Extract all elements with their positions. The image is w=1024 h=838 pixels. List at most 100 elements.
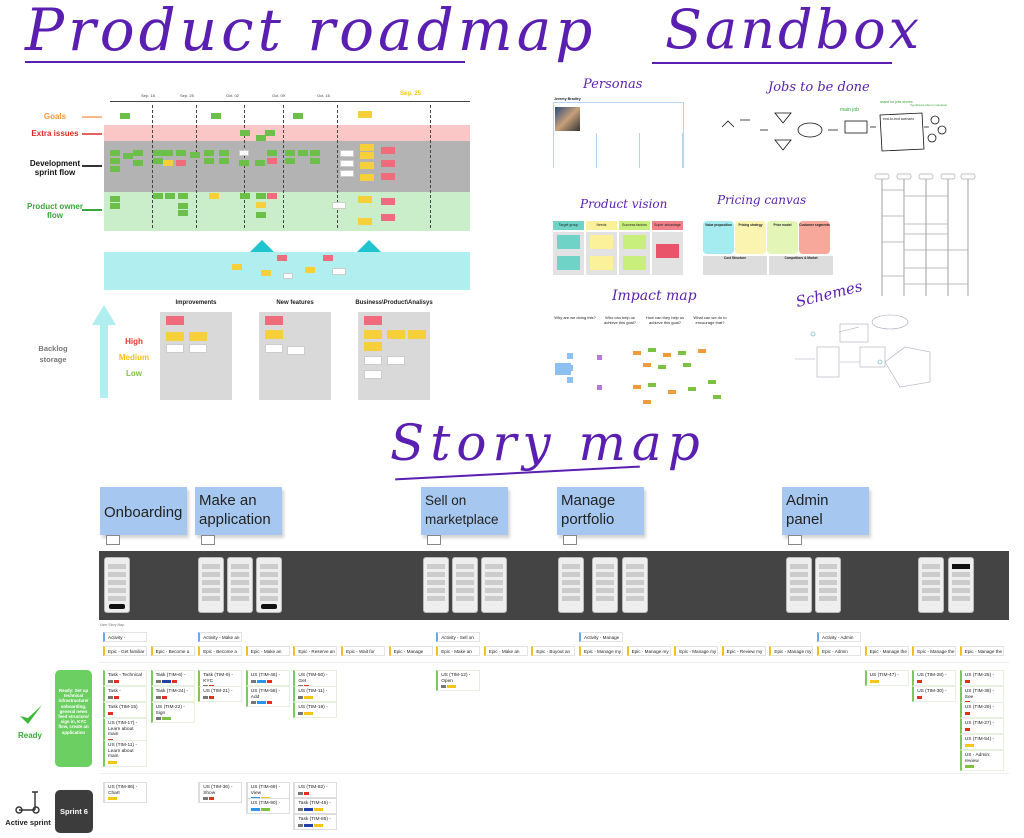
- wireframe-block: [596, 596, 614, 601]
- schemes-title: Schemes: [793, 277, 865, 311]
- story-card-tags: [108, 797, 144, 800]
- story-card[interactable]: US (TIM-28) -: [912, 670, 957, 686]
- story-card[interactable]: US (TIM-30) -: [912, 686, 957, 702]
- story-card[interactable]: Task (TIM-24) -: [150, 686, 195, 702]
- story-card[interactable]: US (TIM-58) - Add: [245, 686, 290, 707]
- story-card[interactable]: US (TIM-12) - Open: [436, 670, 481, 691]
- sticky-note: [190, 152, 200, 158]
- persona-grid: [554, 133, 683, 168]
- story-card-tags: [108, 760, 144, 764]
- activity-manage-portfolio[interactable]: Manage portfolio: [557, 487, 644, 545]
- story-card[interactable]: Task (TIM-15): [103, 702, 147, 718]
- sticky-note: [256, 193, 266, 199]
- sticky-note: [255, 160, 265, 166]
- story-card[interactable]: Task - Technical: [103, 670, 147, 686]
- story-card-title: Task - Technical: [108, 673, 143, 678]
- impact-node: [698, 349, 706, 353]
- activity-onboarding[interactable]: Onboarding: [100, 487, 187, 545]
- sticky-note: [332, 202, 346, 209]
- story-card[interactable]: US (TIM-47) -: [864, 670, 909, 686]
- story-card-tags: [298, 695, 334, 699]
- epic-card: Epic - Manage the: [864, 646, 909, 656]
- story-card-title: US (TIM-58) - Add: [250, 689, 281, 700]
- dev-flow-band: [104, 141, 470, 192]
- story-card[interactable]: Task -: [103, 686, 147, 702]
- story-card-tags: [108, 711, 144, 715]
- tag-chip: [155, 717, 161, 720]
- story-card-title: US (TIM-17) - Learn about main: [108, 721, 138, 737]
- epic-card: Epic - Make an: [483, 646, 528, 656]
- jobs-title: Jobs to be done: [768, 80, 870, 95]
- activity-card: Activity - Manage: [579, 632, 623, 642]
- backlog-column-header: Business\Product\Analisys: [355, 300, 433, 306]
- jtbd-note: end-to-end scenario: [883, 117, 915, 121]
- story-card[interactable]: Task (TIM-85) -: [293, 814, 338, 830]
- tag-chip: [250, 807, 260, 811]
- story-card[interactable]: US (TIM-90) -: [245, 798, 290, 814]
- story-card[interactable]: US (TIM-82) -: [293, 782, 338, 798]
- story-card[interactable]: US (TIM-86) - Chart: [103, 782, 147, 803]
- priority-arrow: [92, 305, 116, 325]
- story-card[interactable]: Task (TIM-45) -: [293, 798, 338, 814]
- activity-sell-marketplace[interactable]: Sell on marketplace: [421, 487, 508, 545]
- story-card-tags: [108, 695, 144, 699]
- pricing-block: Value proposition: [703, 221, 734, 254]
- story-card[interactable]: US (TIM-22) - Sign: [150, 702, 195, 723]
- activity-make-application[interactable]: Make an application: [195, 487, 282, 545]
- story-card[interactable]: US (TIM-11) -: [293, 686, 338, 702]
- story-card[interactable]: US (TIM-27) -: [959, 718, 1004, 734]
- pricing-block: Cost Structure: [703, 256, 767, 275]
- sticky-note: [381, 147, 395, 154]
- tag-chip: [161, 717, 171, 720]
- wireframe-block: [922, 572, 940, 577]
- tag-chip: [250, 701, 256, 704]
- wireframe-block: [231, 572, 249, 577]
- story-card[interactable]: US (TIM-19) -: [293, 702, 338, 718]
- wireframe-block: [427, 580, 445, 585]
- wireframe-block: [231, 588, 249, 593]
- tag-chip: [108, 679, 113, 683]
- story-card[interactable]: US (TIM-46) -: [245, 670, 290, 686]
- activity-label: Onboarding: [104, 504, 183, 521]
- date-label: Oct. 09: [272, 93, 285, 98]
- wireframe-block: [596, 580, 614, 585]
- story-card[interactable]: Task (TIM-6) -: [150, 670, 195, 686]
- backlog-sticky: [287, 346, 305, 355]
- sticky-note: [358, 111, 372, 118]
- story-card[interactable]: US (TIM-29) -: [959, 702, 1004, 718]
- story-card[interactable]: US (TIM-11) - Learn about main: [103, 740, 147, 767]
- story-card[interactable]: US (TIM-54) -: [959, 734, 1004, 750]
- ready-sticky: Ready: Set up technical infrastructure/ …: [55, 670, 92, 767]
- impact-node: [597, 355, 602, 360]
- epic-card: Epic - Manage my: [579, 646, 623, 656]
- wireframe-screen: [481, 557, 507, 613]
- story-card[interactable]: US (TIM-21) -: [198, 686, 243, 702]
- schemes-sketch: [795, 312, 935, 392]
- sticky-note: [176, 150, 186, 156]
- story-card-tags: [441, 685, 477, 688]
- tag-chip: [447, 685, 457, 688]
- sticky-note: [153, 193, 163, 199]
- impact-node: [678, 351, 686, 355]
- wireframe-block: [626, 572, 644, 577]
- story-card[interactable]: US (TIM-36) - Show: [198, 782, 243, 803]
- wireframe-block: [562, 588, 580, 593]
- sticky-note: [305, 267, 315, 273]
- vision-sticky: [590, 235, 613, 249]
- tag-chip: [304, 823, 314, 827]
- sticky-note: [204, 158, 214, 164]
- wireframe-block: [790, 572, 808, 577]
- sticky-note: [176, 160, 186, 166]
- pointer-icon: [201, 535, 215, 545]
- sticky-note: [256, 202, 266, 208]
- activity-admin-panel[interactable]: Admin panel: [782, 487, 869, 545]
- backlog-sticky: [408, 330, 426, 339]
- story-card[interactable]: US (TIM-25) -: [959, 670, 1004, 686]
- wireframe-block: [456, 588, 474, 593]
- story-card-tags: [203, 797, 239, 800]
- wireframe-screen: [256, 557, 282, 613]
- wireframe-block: [231, 580, 249, 585]
- story-card[interactable]: US - Admin: review: [959, 750, 1004, 771]
- sticky-note: [133, 160, 143, 166]
- scooter-icon: [14, 790, 44, 814]
